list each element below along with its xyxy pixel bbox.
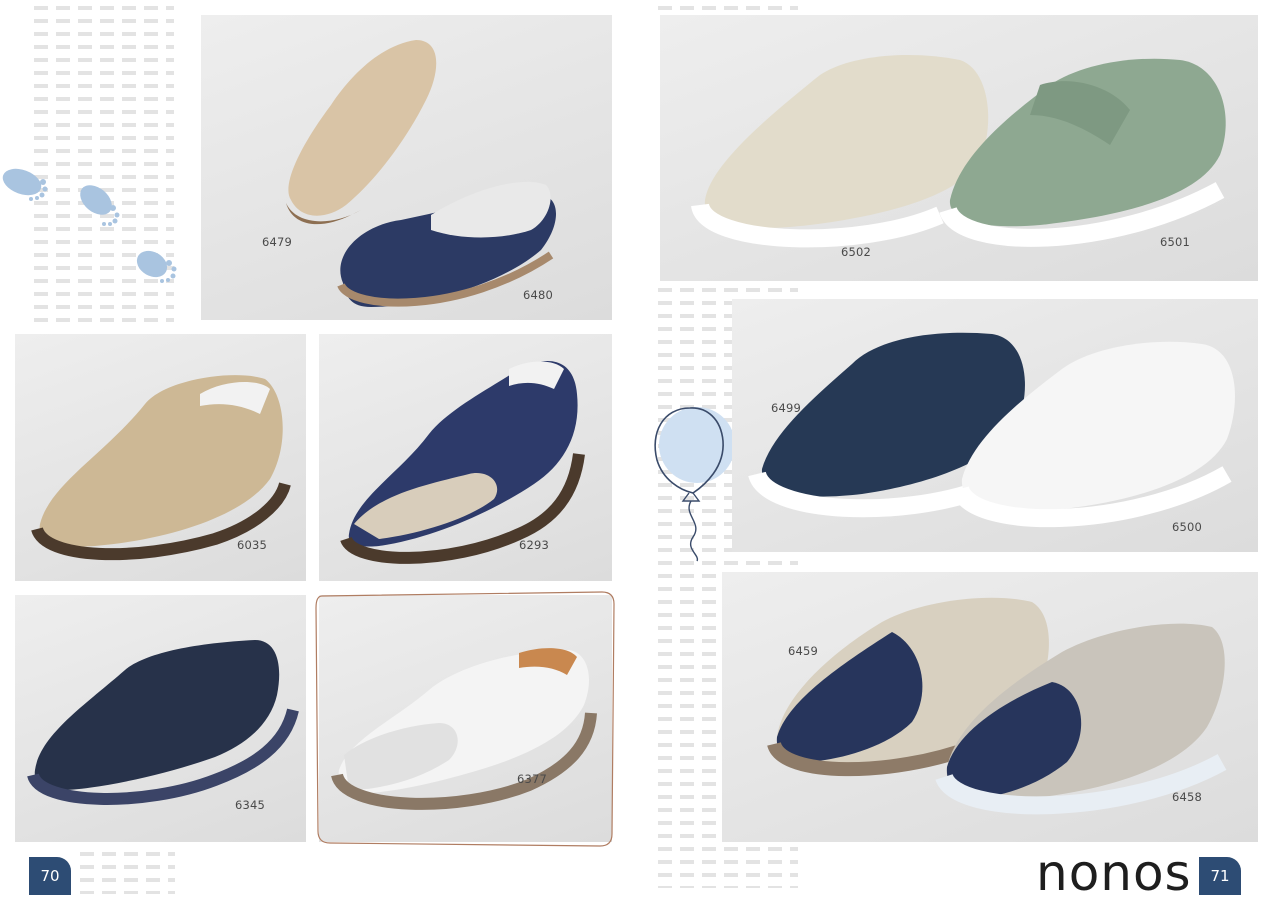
- product-code: 6035: [237, 538, 268, 552]
- product-code: 6501: [1160, 235, 1191, 249]
- product-code: 6500: [1172, 520, 1203, 534]
- product-code: 6459: [788, 644, 819, 658]
- brand-logo-text: nonos: [1036, 844, 1192, 902]
- product-photo-6499-6500: 6499 6500: [732, 299, 1258, 552]
- frame-decoration: [315, 591, 615, 847]
- shoe-illustration: [286, 40, 556, 307]
- product-photo-6479-6480: 6479 6480: [201, 15, 612, 320]
- product-code: 6502: [841, 245, 872, 259]
- product-photo-6345: 6345: [15, 595, 306, 842]
- shoe-illustration: [748, 332, 1235, 528]
- product-code: 6345: [235, 798, 266, 812]
- shoe-illustration: [340, 361, 585, 564]
- product-code: 6458: [1172, 790, 1203, 804]
- product-code: 6480: [523, 288, 554, 302]
- product-photo-6035: 6035: [15, 334, 306, 581]
- product-photo-6293: 6293: [319, 334, 612, 581]
- dashed-pattern-left-bottom: [80, 852, 175, 894]
- product-photo-6502-6501: 6502 6501: [660, 15, 1258, 281]
- page-number-left: 70: [29, 857, 71, 895]
- product-code: 6479: [262, 235, 293, 249]
- product-code: 6499: [771, 401, 802, 415]
- page-number-right: 71: [1199, 857, 1241, 895]
- product-photo-6459-6458: 6459 6458: [722, 572, 1258, 842]
- balloon-icon: [654, 407, 735, 562]
- product-code: 6293: [519, 538, 550, 552]
